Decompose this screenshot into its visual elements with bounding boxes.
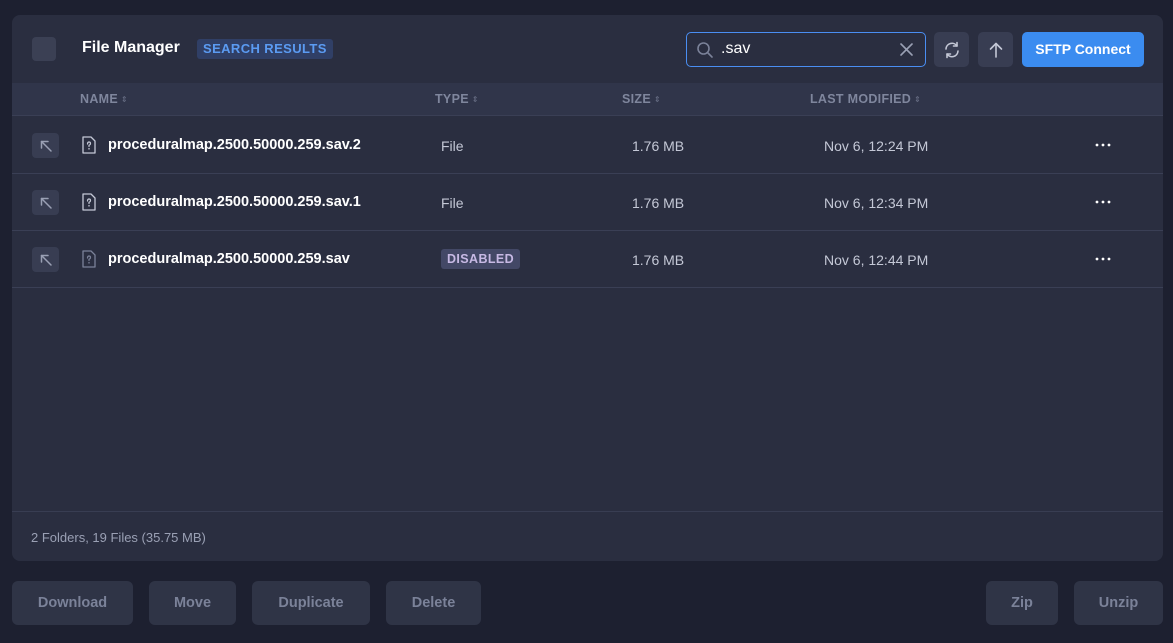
file-manager-header: File Manager SEARCH RESULTS .sav SFTP Co… — [12, 15, 1163, 83]
arrow-up-left-icon — [40, 197, 52, 209]
sort-icon: ⇕ — [471, 95, 479, 104]
more-options-icon[interactable] — [1094, 194, 1112, 210]
column-header-name[interactable]: NAME ⇕ — [80, 92, 128, 106]
sort-icon: ⇕ — [914, 95, 922, 104]
column-size-label: SIZE — [622, 92, 651, 106]
column-modified-label: LAST MODIFIED — [810, 92, 912, 106]
file-type: File — [441, 138, 464, 154]
file-icon — [82, 193, 96, 211]
sort-icon: ⇕ — [121, 95, 129, 104]
unzip-button[interactable]: Unzip — [1074, 581, 1163, 625]
upload-button[interactable] — [978, 32, 1013, 67]
table-row[interactable]: proceduralmap.2500.50000.259.sav.1 File … — [12, 174, 1163, 231]
more-options-icon[interactable] — [1094, 137, 1112, 153]
zip-button[interactable]: Zip — [986, 581, 1058, 625]
more-options-icon[interactable] — [1094, 251, 1112, 267]
open-parent-button[interactable] — [32, 190, 59, 215]
search-field[interactable] — [686, 32, 926, 67]
file-type: File — [441, 195, 464, 211]
file-modified: Nov 6, 12:44 PM — [824, 252, 929, 268]
file-name[interactable]: proceduralmap.2500.50000.259.sav.2 — [108, 137, 361, 153]
file-manager-panel: File Manager SEARCH RESULTS .sav SFTP Co… — [12, 15, 1163, 561]
arrow-up-left-icon — [40, 254, 52, 266]
clear-search-icon[interactable] — [899, 42, 914, 57]
table-header: NAME ⇕ TYPE ⇕ SIZE ⇕ LAST MODIFIED ⇕ — [12, 83, 1163, 116]
file-name[interactable]: proceduralmap.2500.50000.259.sav.1 — [108, 194, 361, 210]
footer-divider — [12, 511, 1163, 512]
column-header-type[interactable]: TYPE ⇕ — [435, 92, 479, 106]
arrow-up-left-icon — [40, 140, 52, 152]
open-parent-button[interactable] — [32, 133, 59, 158]
file-size: 1.76 MB — [632, 138, 685, 154]
column-type-label: TYPE — [435, 92, 469, 106]
file-icon — [82, 250, 96, 268]
arrow-up-icon — [989, 42, 1002, 58]
search-icon — [697, 42, 713, 58]
disabled-badge: DISABLED — [441, 249, 521, 269]
download-button[interactable]: Download — [12, 581, 133, 625]
open-parent-button[interactable] — [32, 247, 59, 272]
page-title: File Manager — [82, 39, 180, 56]
file-name[interactable]: proceduralmap.2500.50000.259.sav — [108, 251, 350, 267]
sftp-connect-button[interactable]: SFTP Connect — [1022, 32, 1144, 67]
file-modified: Nov 6, 12:24 PM — [824, 138, 929, 154]
select-all-checkbox[interactable] — [32, 37, 56, 61]
file-size: 1.76 MB — [632, 252, 685, 268]
search-results-badge: SEARCH RESULTS — [197, 39, 333, 59]
file-modified: Nov 6, 12:34 PM — [824, 195, 929, 211]
folder-summary: 2 Folders, 19 Files (35.75 MB) — [31, 530, 206, 545]
refresh-icon — [944, 41, 959, 58]
table-row[interactable]: proceduralmap.2500.50000.259.sav.2 File … — [12, 117, 1163, 174]
delete-button[interactable]: Delete — [386, 581, 481, 625]
move-button[interactable]: Move — [149, 581, 236, 625]
column-name-label: NAME — [80, 92, 119, 106]
duplicate-button[interactable]: Duplicate — [252, 581, 370, 625]
file-size: 1.76 MB — [632, 195, 685, 211]
column-header-size[interactable]: SIZE ⇕ — [622, 92, 661, 106]
refresh-button[interactable] — [934, 32, 969, 67]
column-header-modified[interactable]: LAST MODIFIED ⇕ — [810, 92, 921, 106]
sort-icon: ⇕ — [653, 95, 661, 104]
search-input[interactable] — [721, 39, 891, 59]
file-icon — [82, 136, 96, 154]
table-row[interactable]: proceduralmap.2500.50000.259.sav DISABLE… — [12, 231, 1163, 288]
